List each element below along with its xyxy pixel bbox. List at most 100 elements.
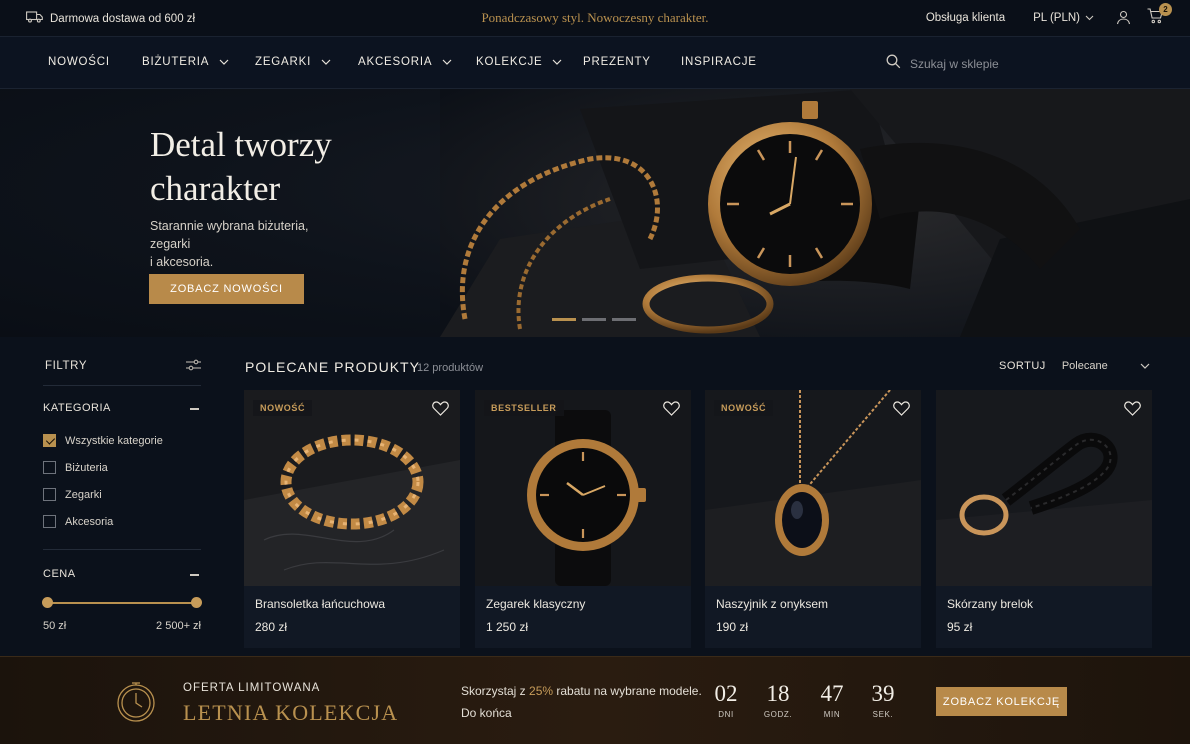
nav-label: NOWOŚCI [48, 56, 110, 68]
hero-title-line: charakter [150, 169, 281, 208]
hero-title: Detal tworzy charakter [150, 123, 410, 211]
clock-icon [116, 681, 156, 728]
product-card[interactable]: NOWOŚĆ Naszyjnik z onyksem 190 zł [705, 390, 921, 648]
hero-subtitle: Starannie wybrana biżuteria, zegarki i a… [150, 217, 350, 271]
product-card[interactable]: NOWOŚĆ Bransoletka łańcuchowa 280 zł [244, 390, 460, 648]
chevron-down-icon [321, 56, 331, 68]
category-checkbox-watches[interactable]: Zegarki [43, 488, 102, 501]
carousel-dot[interactable] [582, 318, 606, 321]
nav-item-inspiracje[interactable]: INSPIRACJE [681, 56, 757, 68]
carousel-dot[interactable] [552, 318, 576, 321]
divider [43, 385, 201, 386]
main-navigation: NOWOŚCI BIŻUTERIA ZEGARKI AKCESORIA KOLE… [0, 37, 1190, 89]
product-price: 1 250 zł [486, 620, 529, 634]
slider-handle-max[interactable] [191, 597, 202, 608]
wishlist-heart-icon[interactable] [893, 401, 910, 421]
search-input[interactable] [910, 57, 1110, 71]
wishlist-heart-icon[interactable] [1124, 401, 1141, 421]
user-account-icon[interactable] [1116, 10, 1131, 25]
product-image-keyring[interactable] [936, 390, 1152, 586]
category-checkbox-all[interactable]: Wszystkie kategorie [43, 434, 163, 447]
nav-label: PREZENTY [583, 56, 651, 68]
product-image-necklace[interactable]: NOWOŚĆ [705, 390, 921, 586]
countdown-value: 18 [766, 681, 790, 706]
category-checkbox-accessories[interactable]: Akcesoria [43, 515, 113, 528]
checkbox[interactable] [43, 515, 56, 528]
wishlist-heart-icon[interactable] [663, 401, 680, 421]
language-label: PL (PLN) [1033, 11, 1080, 24]
wishlist-heart-icon[interactable] [432, 401, 449, 421]
promo-title: LETNIA KOLEKCJA [183, 700, 399, 725]
chevron-down-icon [1140, 360, 1150, 372]
nav-item-kolekcje[interactable]: KOLEKCJE [476, 56, 562, 68]
search-icon[interactable] [886, 54, 901, 74]
cart-button[interactable]: 2 [1147, 3, 1172, 27]
see-new-arrivals-button[interactable]: ZOBACZ NOWOŚCI [149, 274, 304, 304]
price-title: CENA [43, 568, 76, 580]
nav-item-bizuteria[interactable]: BIŻUTERIA [142, 56, 229, 68]
checkbox-label: Zegarki [65, 488, 102, 501]
product-price: 280 zł [255, 620, 288, 634]
product-price: 190 zł [716, 620, 749, 634]
divider [43, 549, 201, 550]
countdown-label: GODZ. [763, 710, 793, 719]
product-name[interactable]: Naszyjnik z onyksem [716, 597, 828, 611]
hero-title-line: Detal tworzy [150, 125, 332, 164]
collapse-icon[interactable] [190, 408, 199, 410]
product-image-watch[interactable]: BESTSELLER [475, 390, 691, 586]
hero-subtitle-line: Starannie wybrana biżuteria, zegarki [150, 219, 309, 251]
checkbox[interactable] [43, 461, 56, 474]
carousel-dot[interactable] [612, 318, 636, 321]
nav-item-zegarki[interactable]: ZEGARKI [255, 56, 331, 68]
category-section-header[interactable]: KATEGORIA [43, 402, 201, 414]
price-range-slider[interactable] [42, 597, 202, 608]
slider-handle-min[interactable] [42, 597, 53, 608]
nav-item-nowosci[interactable]: NOWOŚCI [48, 56, 110, 68]
price-max-label: 2 500+ zł [156, 620, 201, 632]
countdown-value: 02 [714, 681, 738, 706]
promo-kicker: OFERTA LIMITOWANA [183, 682, 321, 694]
nav-label: BIŻUTERIA [142, 56, 210, 68]
sliders-icon[interactable] [186, 359, 201, 374]
promo-desc-text: Skorzystaj z [461, 684, 530, 698]
see-collection-button[interactable]: ZOBACZ KOLEKCJĘ [936, 687, 1067, 716]
countdown-label: DNI [718, 710, 734, 719]
nav-item-akcesoria[interactable]: AKCESORIA [358, 56, 452, 68]
chevron-down-icon [219, 56, 229, 68]
hero-image [440, 89, 1190, 337]
checkbox[interactable] [43, 434, 56, 447]
price-section-header[interactable]: CENA [43, 568, 201, 580]
products-heading: POLECANE PRODUKTY [245, 359, 420, 375]
checkbox[interactable] [43, 488, 56, 501]
checkbox-label: Wszystkie kategorie [65, 434, 163, 447]
countdown-label: MIN [823, 710, 841, 719]
promo-banner: OFERTA LIMITOWANA LETNIA KOLEKCJA Skorzy… [0, 656, 1190, 744]
product-name[interactable]: Skórzany brelok [947, 597, 1033, 611]
language-selector[interactable]: PL (PLN) [1033, 12, 1094, 24]
sort-control[interactable]: SORTUJ Polecane [999, 360, 1150, 372]
sort-select-value[interactable]: Polecane [1062, 360, 1140, 372]
checkbox-label: Biżuteria [65, 461, 108, 474]
product-name[interactable]: Bransoletka łańcuchowa [255, 597, 385, 611]
nav-item-prezenty[interactable]: PREZENTY [583, 56, 651, 68]
countdown-minutes: 47 MIN [812, 681, 852, 719]
countdown-value: 47 [820, 681, 844, 706]
countdown-days: 02 DNI [706, 681, 746, 719]
product-name[interactable]: Zegarek klasyczny [486, 597, 585, 611]
product-card[interactable]: Skórzany brelok 95 zł [936, 390, 1152, 648]
cart-count-badge: 2 [1159, 3, 1172, 16]
category-title: KATEGORIA [43, 402, 111, 414]
carousel-indicators [552, 318, 636, 321]
product-badge: NOWOŚĆ [714, 400, 774, 416]
category-checkbox-jewelry[interactable]: Biżuteria [43, 461, 108, 474]
countdown-seconds: 39 SEK. [863, 681, 903, 719]
customer-service-link[interactable]: Obsługa klienta [926, 12, 1005, 24]
collapse-icon[interactable] [190, 574, 199, 576]
product-image-bracelet[interactable]: NOWOŚĆ [244, 390, 460, 586]
product-card[interactable]: BESTSELLER Zegarek klasyczny 1 250 zł [475, 390, 691, 648]
promo-desc-text: rabatu na wybrane modele. [553, 684, 702, 698]
checkbox-label: Akcesoria [65, 515, 114, 528]
sort-label: SORTUJ [999, 360, 1046, 372]
nav-label: KOLEKCJE [476, 56, 543, 68]
countdown-label: SEK. [872, 710, 894, 719]
